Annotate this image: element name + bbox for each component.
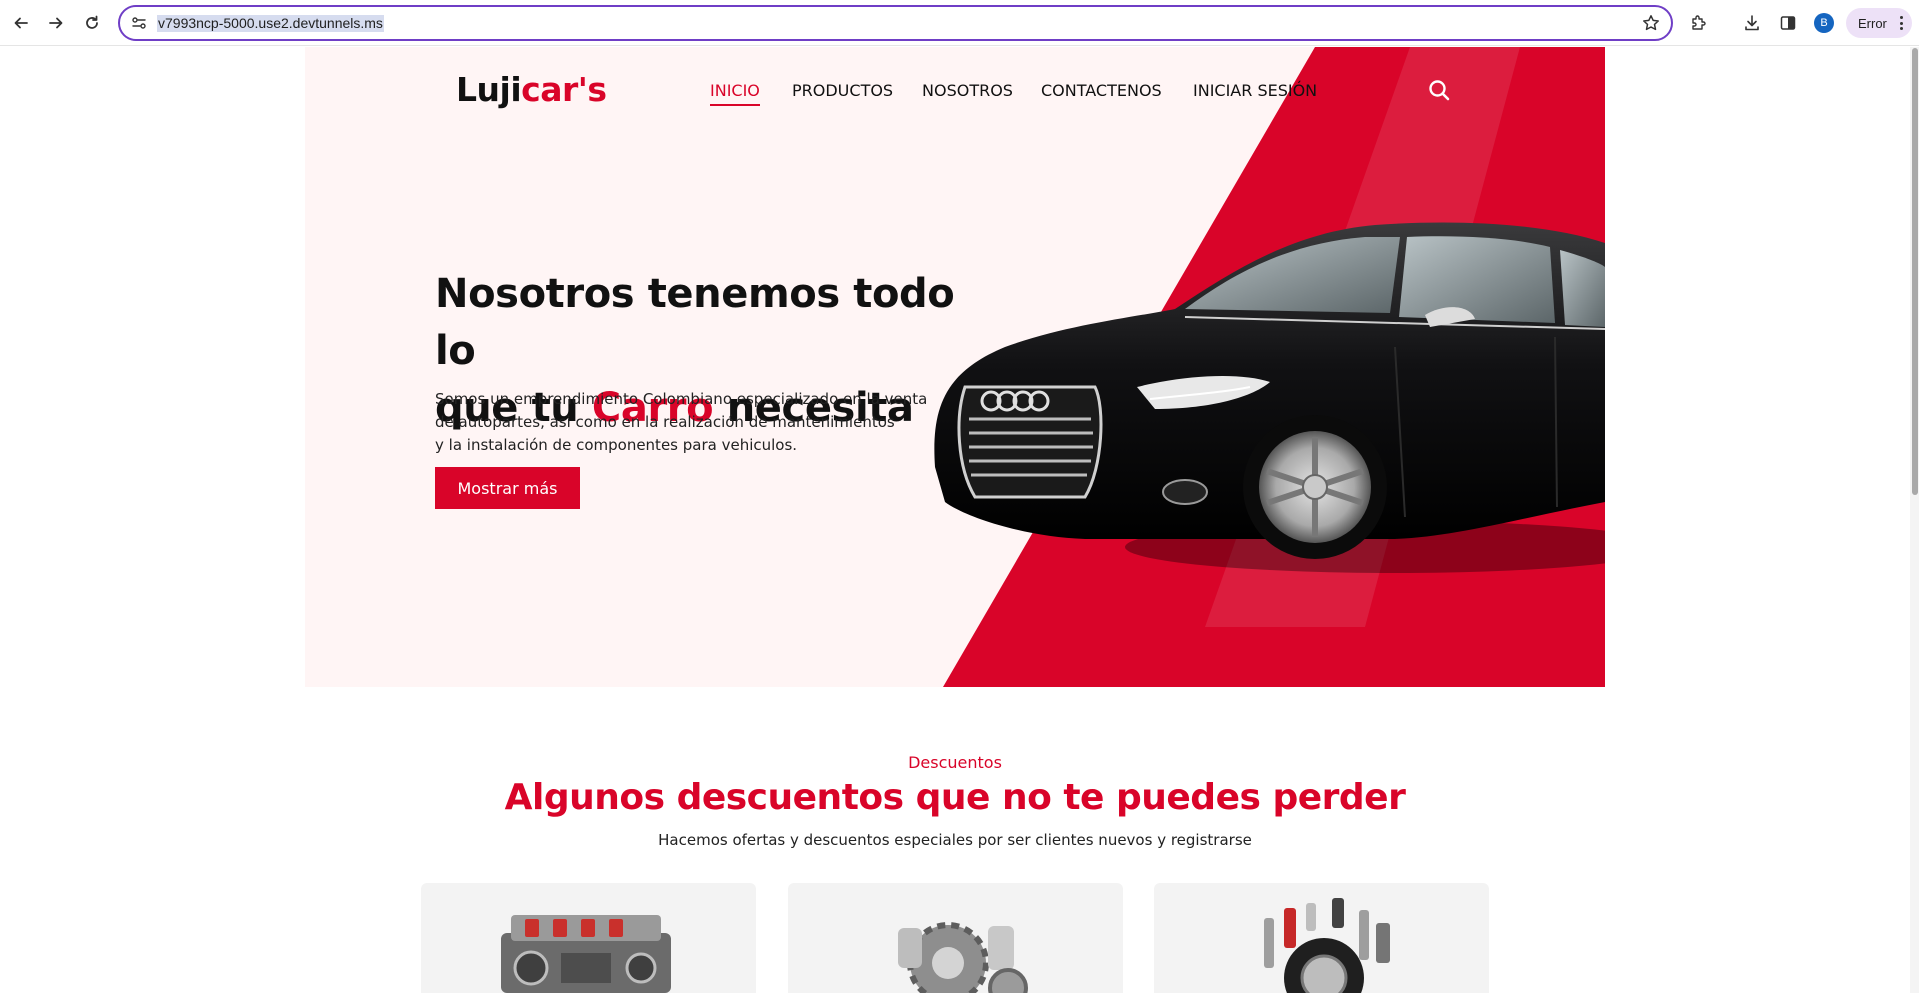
browser-toolbar: v7993ncp-5000.use2.devtunnels.ms B Error [0,0,1919,46]
discount-card-auto-parts[interactable] [1154,883,1489,993]
extensions-icon[interactable] [1687,11,1711,35]
logo-text-accent: car's [521,70,607,109]
hero-title-line1: Nosotros tenemos todo lo [435,271,955,374]
reload-icon[interactable] [80,11,104,35]
engine-icon [501,915,671,993]
scrollbar-thumb[interactable] [1912,48,1918,495]
gears-icon [898,922,1028,993]
discount-card-engine[interactable] [421,883,756,993]
url-text[interactable]: v7993ncp-5000.use2.devtunnels.ms [157,15,384,32]
nav-iniciar-sesion[interactable]: INICIAR SESIÓN [1193,81,1317,100]
discount-card-gears[interactable] [788,883,1123,993]
back-arrow-icon[interactable] [9,11,33,35]
error-menu-button[interactable]: Error [1846,8,1912,38]
side-panel-icon[interactable] [1776,11,1800,35]
download-icon[interactable] [1740,11,1764,35]
nav-contactenos[interactable]: CONTACTENOS [1041,81,1162,100]
site-logo[interactable]: Lujicar's [456,70,607,109]
more-vert-icon [1899,16,1903,30]
hero-section: Lujicar's INICIO PRODUCTOS NOSOTROS CONT… [305,47,1605,687]
discounts-title: Algunos descuentos que no te puedes perd… [504,777,1406,818]
bookmark-star-icon[interactable] [1641,13,1661,33]
forward-arrow-icon[interactable] [44,11,68,35]
discounts-eyebrow: Descuentos [908,753,1002,772]
nav-inicio[interactable]: INICIO [710,81,760,106]
search-icon[interactable] [1427,78,1451,102]
profile-avatar[interactable]: B [1814,13,1834,33]
hero-description: Somos un emprendimiento Colombiano espec… [435,388,955,457]
hero-desc-line3: y la instalación de componentes para veh… [435,436,798,454]
error-label: Error [1858,15,1887,31]
auto-parts-icon [1264,898,1390,993]
nav-productos[interactable]: PRODUCTOS [792,81,893,100]
show-more-button[interactable]: Mostrar más [435,467,580,509]
logo-text-main: Luji [456,70,522,109]
hero-desc-line2: de autopartes, asi como en la realizació… [435,413,895,431]
address-bar[interactable]: v7993ncp-5000.use2.devtunnels.ms [118,5,1673,41]
site-info-icon[interactable] [130,14,148,32]
hero-desc-line1: Somos un emprendimiento Colombiano espec… [435,390,928,408]
nav-nosotros[interactable]: NOSOTROS [922,81,1013,100]
discounts-subtitle: Hacemos ofertas y descuentos especiales … [658,831,1252,849]
page-viewport: Lujicar's INICIO PRODUCTOS NOSOTROS CONT… [0,47,1910,993]
